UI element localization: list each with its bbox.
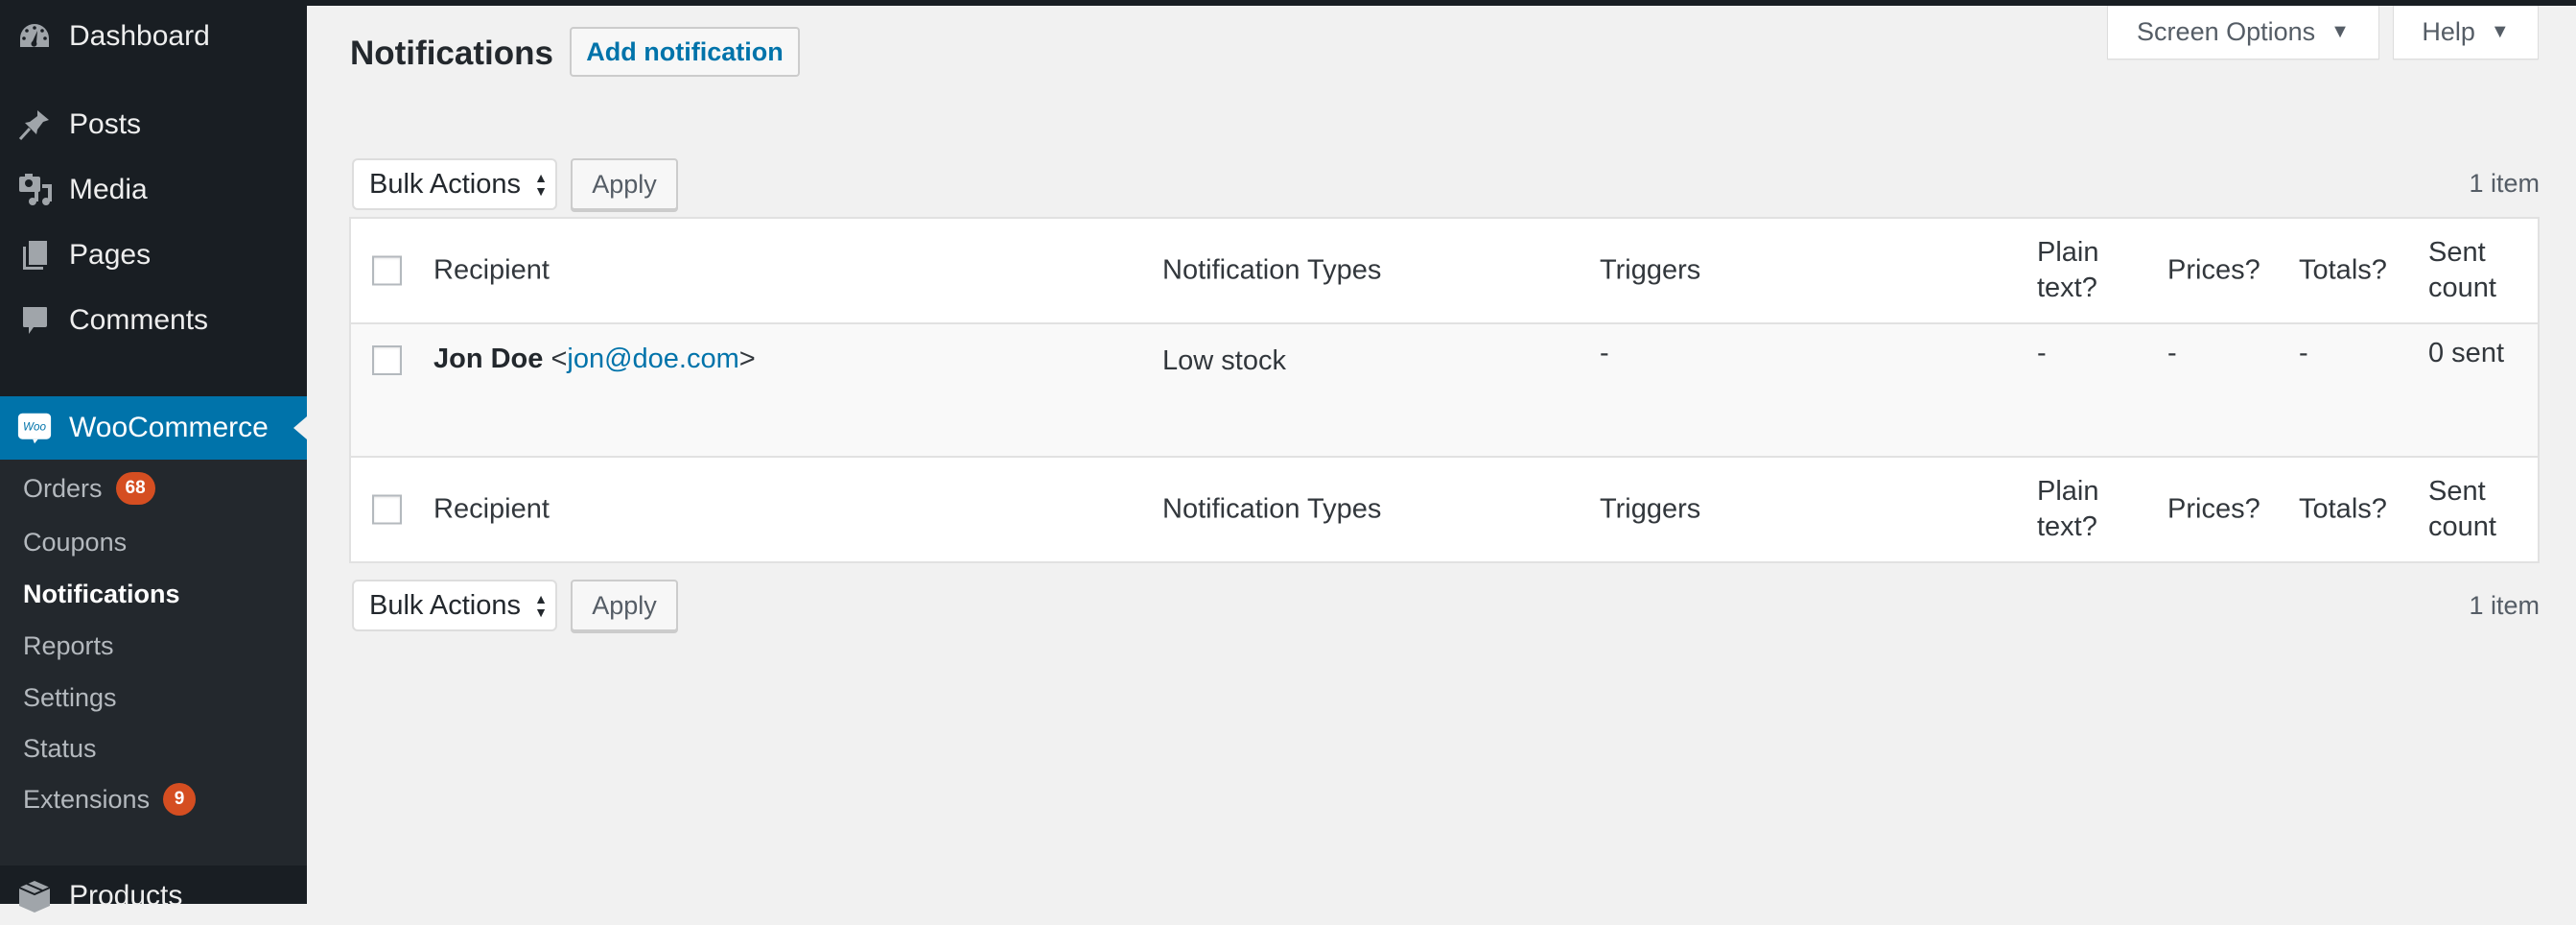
sidebar-item-label: Pages [69,239,152,271]
column-header-recipient[interactable]: Recipient [433,253,550,289]
sidebar-item-media[interactable]: Media [0,161,307,219]
column-footer-recipient[interactable]: Recipient [433,492,550,528]
column-footer-prices[interactable]: Prices? [2167,492,2260,528]
email-close-bracket: > [738,344,756,374]
sidebar-item-label: WooCommerce [69,412,269,443]
bulk-actions-select-top[interactable]: Bulk Actions ▲ ▼ [352,158,557,210]
add-notification-button[interactable]: Add notification [570,27,800,77]
totals-cell: - [2299,338,2308,368]
comment-icon [17,303,52,338]
column-footer-sent-count[interactable]: Sent count [2428,474,2515,545]
submenu-label: Reports [23,630,114,660]
products-box-icon [17,879,52,913]
items-count-top: 1 item [2469,169,2540,198]
help-label: Help [2422,17,2475,46]
sidebar-item-label: Media [69,174,148,205]
woocommerce-submenu: Orders 68 Coupons Notifications Reports … [0,460,307,866]
column-footer-plain-text[interactable]: Plain text? [2037,474,2114,545]
recipient-cell: Jon Doe <jon@doe.com> [433,342,756,377]
column-header-notification-types[interactable]: Notification Types [1162,253,1381,289]
select-all-checkbox[interactable] [372,255,402,286]
select-all-checkbox-footer[interactable] [372,494,402,525]
apply-button-top[interactable]: Apply [571,158,678,210]
triggers-cell: - [1600,338,1609,368]
sidebar-item-woocommerce[interactable]: Woo WooCommerce [0,396,307,460]
submenu-item-notifications[interactable]: Notifications [23,575,180,613]
page-title: Notifications [350,35,553,72]
table-footer: Recipient Notification Types Triggers Pl… [351,456,2538,561]
submenu-label: Status [23,733,97,763]
submenu-item-coupons[interactable]: Coupons [23,523,127,561]
table-header: Recipient Notification Types Triggers Pl… [351,219,2538,324]
column-header-sent-count[interactable]: Sent count [2428,235,2515,306]
submenu-item-status[interactable]: Status [23,729,97,768]
sidebar-item-label: Posts [69,108,142,140]
recipient-name[interactable]: Jon Doe [433,344,543,374]
caret-down-icon: ▼ [2330,21,2350,42]
select-arrows-icon: ▲ ▼ [534,591,548,620]
svg-text:Woo: Woo [23,421,47,434]
submenu-item-settings[interactable]: Settings [23,678,117,717]
column-header-plain-text[interactable]: Plain text? [2037,235,2114,306]
bulk-actions-label: Bulk Actions [369,589,521,621]
items-count-bottom: 1 item [2469,591,2540,620]
column-header-triggers[interactable]: Triggers [1600,253,1700,289]
submenu-label: Settings [23,682,117,712]
screen-options-label: Screen Options [2137,17,2316,46]
column-footer-totals[interactable]: Totals? [2299,492,2387,528]
submenu-label: Orders [23,473,103,503]
select-arrows-icon: ▲ ▼ [534,170,548,199]
sidebar-item-posts[interactable]: Posts [0,96,307,154]
main-content: Notifications Add notification Screen Op… [307,6,2576,904]
submenu-label: Notifications [23,579,180,608]
column-footer-triggers[interactable]: Triggers [1600,492,1700,528]
sidebar-item-products[interactable]: Products [0,867,307,925]
submenu-item-extensions[interactable]: Extensions 9 [23,780,197,818]
row-checkbox[interactable] [372,345,402,375]
help-button[interactable]: Help ▼ [2393,6,2539,59]
prices-cell: - [2167,338,2177,368]
sidebar-item-comments[interactable]: Comments [0,292,307,349]
submenu-label: Coupons [23,527,128,557]
column-footer-notification-types[interactable]: Notification Types [1162,492,1381,528]
submenu-item-orders[interactable]: Orders 68 [23,469,155,508]
bulk-actions-select-bottom[interactable]: Bulk Actions ▲ ▼ [352,580,557,631]
active-menu-arrow [293,416,307,439]
notifications-table: Recipient Notification Types Triggers Pl… [349,217,2540,563]
recipient-email-link[interactable]: jon@doe.com [567,344,738,374]
caret-down-icon: ▼ [2490,21,2510,42]
sidebar-item-dashboard[interactable]: Dashboard [0,8,307,65]
sidebar-item-label: Comments [69,304,209,336]
bulk-actions-label: Bulk Actions [369,168,521,200]
sidebar-item-pages[interactable]: Pages [0,226,307,284]
sidebar-item-label: Products [69,880,183,912]
admin-sidebar: Dashboard Posts Media Pages Comments Woo… [0,6,307,913]
pushpin-icon [17,107,52,142]
sent-count-cell: 0 sent [2428,338,2504,368]
submenu-label: Extensions [23,784,151,814]
table-row: Jon Doe <jon@doe.com> Low stock - - - - … [351,324,2538,456]
dashboard-icon [17,19,52,54]
column-header-prices[interactable]: Prices? [2167,253,2260,289]
column-header-totals[interactable]: Totals? [2299,253,2387,289]
screen-options-button[interactable]: Screen Options ▼ [2107,6,2379,59]
sidebar-item-label: Dashboard [69,20,210,52]
email-open-bracket: < [550,344,568,374]
orders-count-badge: 68 [115,472,155,505]
pages-icon [17,238,52,273]
media-icon [17,173,52,207]
notification-types-cell: Low stock [1162,345,1286,376]
apply-button-bottom[interactable]: Apply [571,580,678,631]
plain-text-cell: - [2037,338,2047,368]
woocommerce-icon: Woo [17,411,52,445]
extensions-count-badge: 9 [163,783,197,816]
submenu-item-reports[interactable]: Reports [23,627,114,665]
